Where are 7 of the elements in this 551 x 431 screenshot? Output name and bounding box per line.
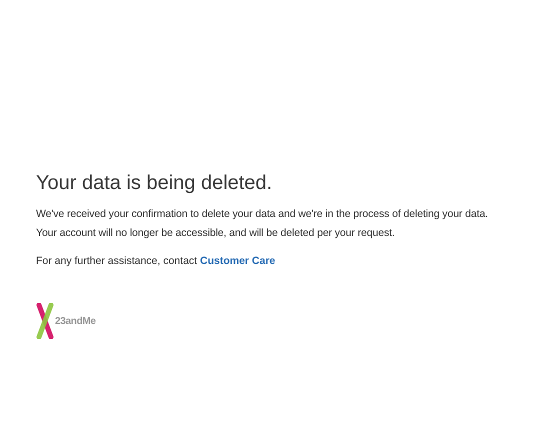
customer-care-link[interactable]: Customer Care (200, 255, 276, 267)
page-heading: Your data is being deleted. (36, 171, 272, 196)
body-text: We've received your confirmation to delete your data and we're in the process of deleting your data. (36, 207, 488, 222)
logo-text: 23andMe (55, 314, 96, 328)
logo-icon (36, 303, 54, 339)
contact-text: For any further assistance, contact Customer Care (36, 254, 276, 269)
body-text: Your account will no longer be accessible, and will be deleted per your request. (36, 226, 395, 241)
